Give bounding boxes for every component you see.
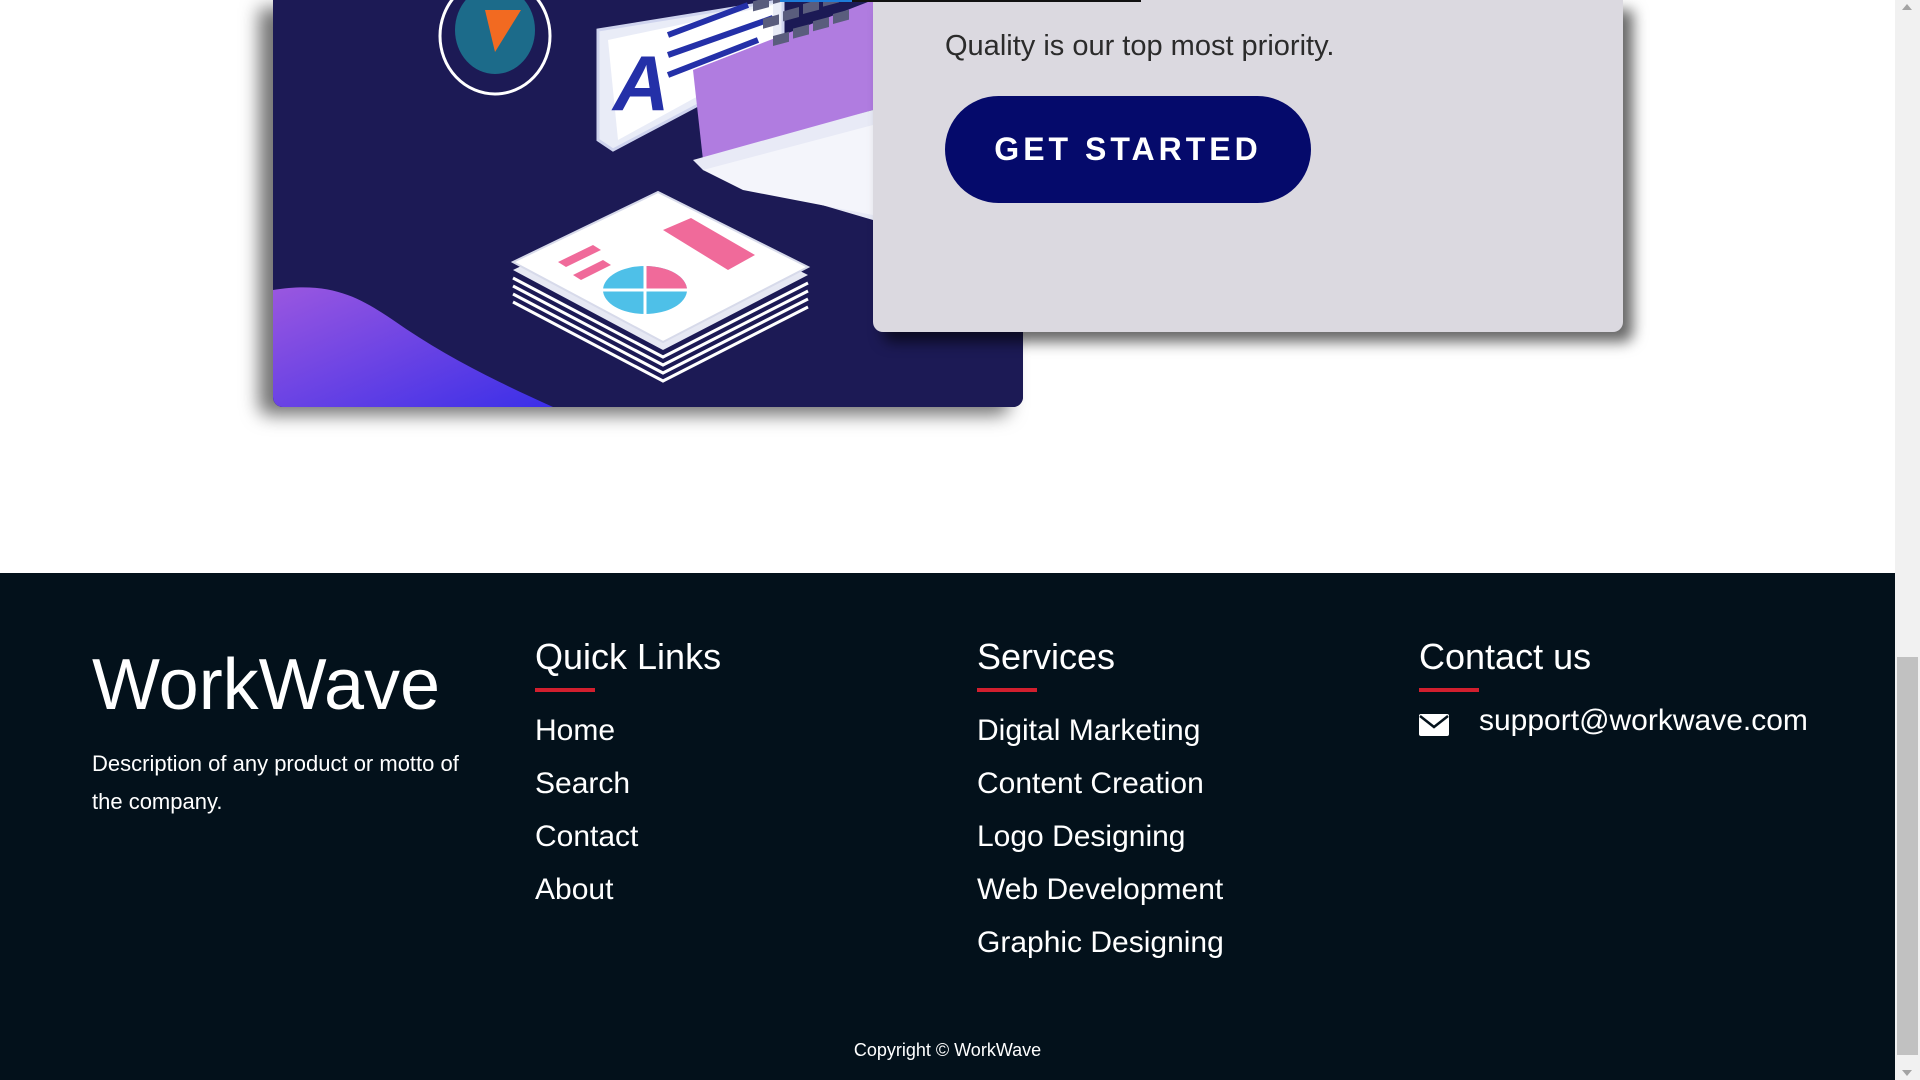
contact-heading: Contact us [1419, 636, 1592, 677]
scrollbar-thumb[interactable] [1897, 657, 1918, 1055]
copyright-text: Copyright © WorkWave [853, 1040, 1042, 1060]
brand-description: Description of any product or motto of t… [92, 751, 459, 814]
cta-card: Quality is our top most priority. GET ST… [873, 0, 1623, 332]
quick-links-column: Quick Links Home Search Contact About [535, 635, 721, 916]
service-link-content-creation[interactable]: Content Creation [977, 767, 1204, 800]
contact-email-row: support@workwave.com [1419, 704, 1808, 738]
quick-links-heading: Quick Links [535, 636, 722, 677]
get-started-button[interactable]: GET STARTED [945, 96, 1311, 203]
heading-underline [977, 688, 1037, 693]
services-column: Services Digital Marketing Content Creat… [977, 635, 1224, 969]
contact-column: Contact us support@workwave.com [1419, 635, 1808, 738]
service-link-graphic-designing[interactable]: Graphic Designing [977, 926, 1224, 959]
site-footer: WorkWave Description of any product or m… [0, 573, 1895, 1080]
service-link-logo-designing[interactable]: Logo Designing [977, 820, 1186, 853]
footer-brand: WorkWave Description of any product or m… [92, 649, 482, 821]
footer-link-home[interactable]: Home [535, 714, 615, 747]
cta-tagline: Quality is our top most priority. [945, 30, 1335, 62]
scroll-down-arrow-icon[interactable] [1902, 1070, 1912, 1076]
footer-link-contact[interactable]: Contact [535, 820, 638, 853]
section-underline [780, 0, 1141, 2]
svg-text:A: A [611, 39, 669, 127]
services-heading: Services [977, 636, 1116, 677]
page-scrollbar[interactable] [1895, 0, 1920, 1080]
envelope-icon [1419, 710, 1449, 737]
heading-underline [535, 688, 595, 693]
heading-underline [1419, 688, 1479, 693]
service-link-web-development[interactable]: Web Development [977, 873, 1223, 906]
section-underline-accent [780, 0, 852, 2]
footer-link-search[interactable]: Search [535, 767, 630, 800]
hero-section: A Quality is our top most priority. GET … [0, 0, 1895, 573]
contact-email-link[interactable]: support@workwave.com [1479, 704, 1808, 738]
footer-link-about[interactable]: About [535, 873, 613, 906]
service-link-digital-marketing[interactable]: Digital Marketing [977, 714, 1200, 747]
brand-name: WorkWave [92, 645, 441, 725]
scroll-up-arrow-icon[interactable] [1902, 4, 1912, 10]
